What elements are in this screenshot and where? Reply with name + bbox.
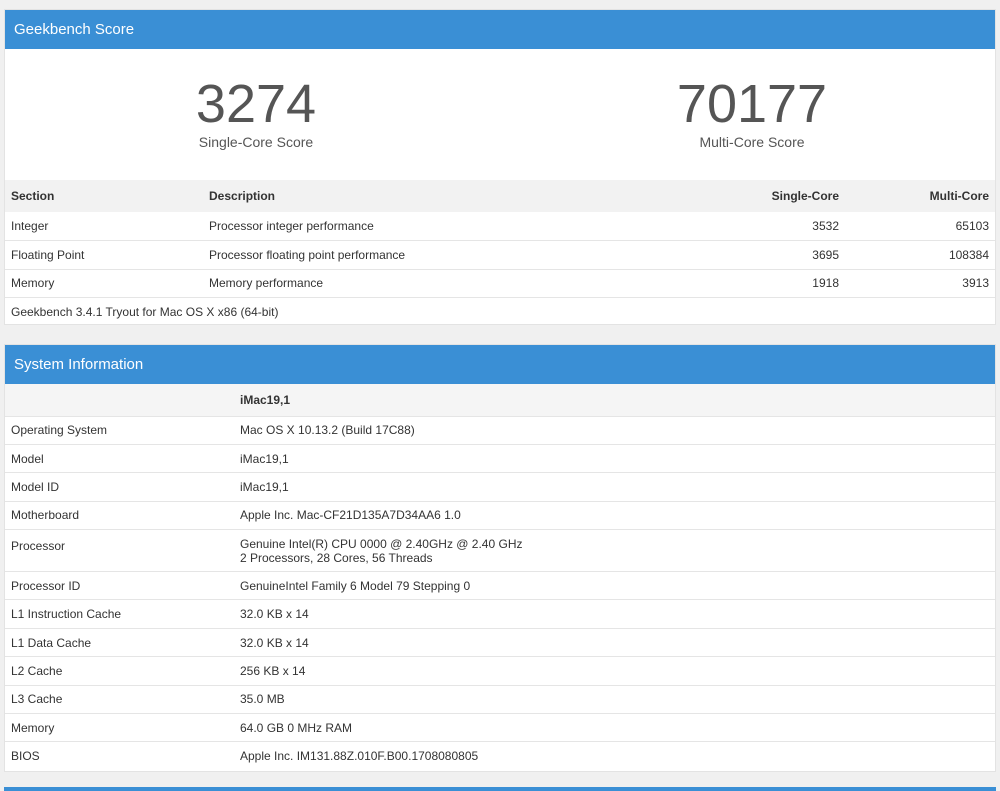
section-name: Memory xyxy=(11,276,55,291)
scores-summary: 3274 Single-Core Score 70177 Multi-Core … xyxy=(5,49,995,180)
section-description: Memory performance xyxy=(209,276,324,291)
section-description: Processor integer performance xyxy=(209,219,374,233)
info-value: 32.0 KB x 14 xyxy=(240,635,309,650)
info-value: 64.0 GB 0 MHz RAM xyxy=(240,720,353,735)
info-value: Mac OS X 10.13.2 (Build 17C88) xyxy=(240,423,415,438)
table-row: Integer Processor integer performance 35… xyxy=(5,212,995,241)
info-label: L1 Instruction Cache xyxy=(11,607,122,622)
section-name: Floating Point xyxy=(11,247,85,262)
info-label: Processor xyxy=(11,539,66,554)
info-label: Memory xyxy=(11,720,55,735)
system-information-table: iMac19,1 Operating System Mac OS X 10.13… xyxy=(5,384,995,770)
system-model-heading: iMac19,1 xyxy=(240,392,291,407)
table-row: L2 Cache 256 KB x 14 xyxy=(5,656,995,685)
info-value: 32.0 KB x 14 xyxy=(240,607,309,622)
multi-core-value: 108384 xyxy=(948,247,989,262)
table-row: Processor Genuine Intel(R) CPU 0000 @ 2.… xyxy=(5,529,995,572)
multi-core-score-label: Multi-Core Score xyxy=(699,134,805,150)
score-panel-title: Geekbench Score xyxy=(5,10,995,49)
column-header-multi-core: Multi-Core xyxy=(845,180,995,212)
system-information-panel: System Information iMac19,1 Operating Sy… xyxy=(4,344,996,772)
processor-core-count: 2 Processors, 28 Cores, 56 Threads xyxy=(240,550,433,565)
next-panel-header-edge xyxy=(4,787,996,791)
table-row: L3 Cache 35.0 MB xyxy=(5,685,995,713)
multi-core-score: 70177 Multi-Core Score xyxy=(602,75,902,150)
info-value: 35.0 MB xyxy=(240,692,285,707)
info-label: L2 Cache xyxy=(11,663,63,678)
header-blank-cell xyxy=(5,384,234,416)
column-header-description: Description xyxy=(203,180,705,212)
info-label: Model xyxy=(11,451,44,466)
section-name: Integer xyxy=(11,219,49,233)
info-value: iMac19,1 xyxy=(240,479,289,494)
table-row: Memory Memory performance 1918 3913 xyxy=(5,269,995,298)
column-header-single-core: Single-Core xyxy=(705,180,845,212)
info-label: L3 Cache xyxy=(11,692,63,707)
table-row: Processor ID GenuineIntel Family 6 Model… xyxy=(5,571,995,600)
single-core-value: 1918 xyxy=(812,276,839,291)
table-row: L1 Instruction Cache 32.0 KB x 14 xyxy=(5,599,995,628)
table-row: Memory 64.0 GB 0 MHz RAM xyxy=(5,713,995,742)
info-value: 256 KB x 14 xyxy=(240,663,306,678)
processor-description: Genuine Intel(R) CPU 0000 @ 2.40GHz @ 2.… xyxy=(240,536,523,551)
table-row: Operating System Mac OS X 10.13.2 (Build… xyxy=(5,416,995,444)
section-description: Processor floating point performance xyxy=(209,247,406,262)
single-core-score-label: Single-Core Score xyxy=(198,134,314,150)
info-label: BIOS xyxy=(11,749,40,764)
info-value: Genuine Intel(R) CPU 0000 @ 2.40GHz @ 2.… xyxy=(234,530,995,572)
info-value: Apple Inc. Mac-CF21D135A7D34AA6 1.0 xyxy=(240,508,461,523)
single-core-score-value: 3274 xyxy=(195,74,317,134)
table-header-row: Section Description Single-Core Multi-Co… xyxy=(5,180,995,212)
info-label: L1 Data Cache xyxy=(11,635,92,650)
info-label: Processor ID xyxy=(11,578,81,593)
section-scores-table: Section Description Single-Core Multi-Co… xyxy=(5,180,995,326)
info-label: Model ID xyxy=(11,479,60,494)
info-value: iMac19,1 xyxy=(240,451,289,466)
table-row: Floating Point Processor floating point … xyxy=(5,240,995,270)
info-label: Motherboard xyxy=(11,508,80,523)
table-row: Model ID iMac19,1 xyxy=(5,472,995,501)
table-row: L1 Data Cache 32.0 KB x 14 xyxy=(5,628,995,656)
multi-core-score-value: 70177 xyxy=(676,74,828,134)
column-header-section: Section xyxy=(5,180,203,212)
table-row: BIOS Apple Inc. IM131.88Z.010F.B00.17080… xyxy=(5,741,995,770)
multi-core-value: 65103 xyxy=(955,219,989,233)
table-row: Model iMac19,1 xyxy=(5,444,995,472)
geekbench-score-panel: Geekbench Score 3274 Single-Core Score 7… xyxy=(4,9,996,325)
info-label: Operating System xyxy=(11,423,108,438)
single-core-score: 3274 Single-Core Score xyxy=(106,75,406,150)
info-value: GenuineIntel Family 6 Model 79 Stepping … xyxy=(240,578,471,593)
table-row: Motherboard Apple Inc. Mac-CF21D135A7D34… xyxy=(5,501,995,529)
version-footer-row: Geekbench 3.4.1 Tryout for Mac OS X x86 … xyxy=(5,297,995,327)
system-panel-title: System Information xyxy=(5,345,995,384)
system-header-row: iMac19,1 xyxy=(5,384,995,416)
geekbench-version: Geekbench 3.4.1 Tryout for Mac OS X x86 … xyxy=(11,305,279,319)
multi-core-value: 3913 xyxy=(962,276,989,291)
info-value: Apple Inc. IM131.88Z.010F.B00.1708080805 xyxy=(240,749,479,764)
single-core-value: 3695 xyxy=(812,247,839,262)
single-core-value: 3532 xyxy=(812,219,839,233)
